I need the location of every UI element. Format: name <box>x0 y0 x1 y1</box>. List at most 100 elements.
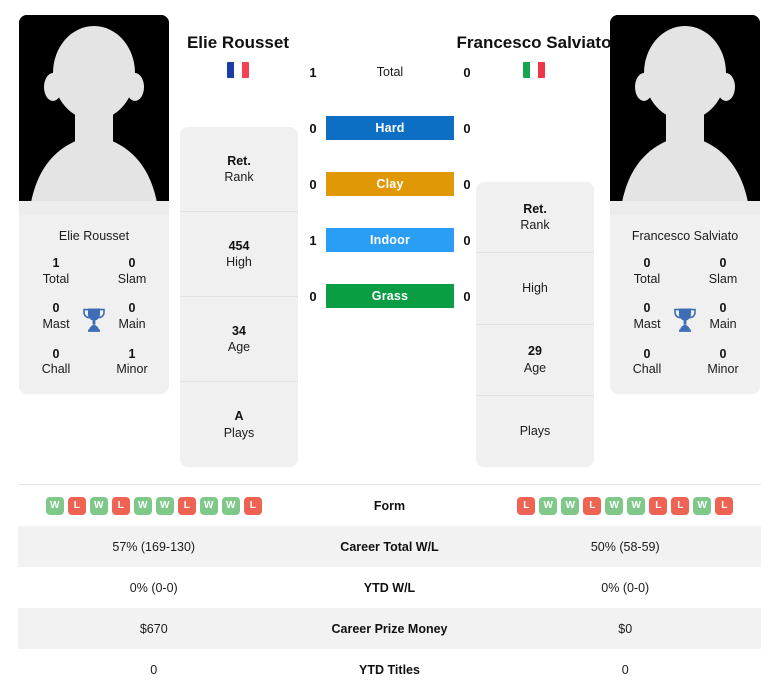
stat-value-right: 0 <box>621 662 629 677</box>
rank-value: A <box>234 409 244 424</box>
player-comparison-page: Elie Rousset 1 Total 0 Slam 0 Mast 0 Mai… <box>0 0 779 699</box>
trophy-grid-left: 1 Total 0 Slam 0 Mast 0 Main 0 Chall 1 M… <box>19 244 169 394</box>
trophy-label: Slam <box>117 271 147 286</box>
form-badge-w: W <box>605 496 624 515</box>
trophy-stat-slam: 0 Slam <box>700 256 746 287</box>
surface-score-left: 0 <box>309 288 317 304</box>
surface-label[interactable]: Clay <box>326 172 454 196</box>
table-row: 57% (169-130) Career Total W/L 50% (58-5… <box>18 526 761 567</box>
rank-cell-plays: Plays <box>476 396 594 467</box>
stat-label: Career Total W/L <box>340 539 439 554</box>
rank-cell-high: High <box>476 253 594 325</box>
trophy-label: Mast <box>42 316 70 331</box>
surface-score-right: 0 <box>463 64 471 80</box>
trophy-label: Total <box>633 271 661 286</box>
rank-value: 29 <box>528 344 542 359</box>
table-row: WLWLWWLWWL Form LWWLWWLLWL <box>18 485 761 526</box>
rank-label: Age <box>227 340 251 354</box>
surface-label[interactable]: Hard <box>326 116 454 140</box>
surface-score-left: 1 <box>309 232 317 248</box>
trophy-label: Total <box>42 271 70 286</box>
trophy-label: Main <box>709 316 737 331</box>
player-card-left[interactable]: Elie Rousset 1 Total 0 Slam 0 Mast 0 Mai… <box>19 15 169 394</box>
stat-label: YTD W/L <box>363 580 416 595</box>
table-row: 0 YTD Titles 0 <box>18 649 761 690</box>
player-card-right[interactable]: Francesco Salviato 0 Total 0 Slam 0 Mast… <box>610 15 760 394</box>
rank-value: 454 <box>228 238 250 253</box>
trophy-stat-minor: 1 Minor <box>109 347 155 378</box>
player-avatar-right <box>610 15 760 215</box>
trophy-value: 0 <box>128 256 136 270</box>
trophy-value: 1 <box>52 256 60 270</box>
trophy-stat-total: 1 Total <box>33 256 79 287</box>
stat-value-right: LWWLWWLLWL <box>490 496 762 515</box>
comparison-stats-table: WLWLWWLWWL Form LWWLWWLLWL 57% (169-130)… <box>18 484 761 690</box>
surface-score-left: 1 <box>309 64 317 80</box>
trophy-stat-total: 0 Total <box>624 256 670 287</box>
trophy-value: 1 <box>128 346 136 361</box>
form-badge-l: L <box>111 496 130 515</box>
player-avatar-left <box>19 15 169 215</box>
trophy-row: 1 Total 0 Slam <box>19 256 169 287</box>
form-badge-l: L <box>243 496 262 515</box>
surface-row-total: 1 Total 0 <box>300 60 480 84</box>
surface-score-right: 0 <box>463 288 471 304</box>
trophy-value: 0 <box>128 301 136 316</box>
stat-label: Form <box>373 498 406 513</box>
stat-value-left: 57% (169-130) <box>112 539 196 554</box>
stat-value-left: 0% (0-0) <box>129 580 178 595</box>
form-badge-w: W <box>627 496 646 515</box>
form-strip-left: WLWLWWLWWL <box>18 496 290 515</box>
surface-row-clay: 0 Clay 0 <box>300 172 480 196</box>
rank-label: Plays <box>519 424 551 439</box>
form-badge-l: L <box>517 496 536 515</box>
trophy-label: Chall <box>41 362 71 377</box>
rank-card-left: Ret. Rank 454 High 34 Age A Plays <box>180 127 298 467</box>
trophy-stat-main: 0 Main <box>700 301 746 332</box>
trophy-value: 0 <box>52 301 60 316</box>
table-row: 0% (0-0) YTD W/L 0% (0-0) <box>18 567 761 608</box>
rank-label: High <box>522 281 548 296</box>
trophy-grid-right: 0 Total 0 Slam 0 Mast 0 Main 0 Chall 0 M… <box>610 244 760 394</box>
surface-label[interactable]: Grass <box>326 284 454 308</box>
table-row: $670 Career Prize Money $0 <box>18 608 761 649</box>
rank-value: 34 <box>232 323 246 338</box>
trophy-stat-minor: 0 Minor <box>700 347 746 378</box>
rank-cell-plays: A Plays <box>180 382 298 467</box>
form-badge-l: L <box>67 496 86 515</box>
trophy-label: Minor <box>116 362 148 377</box>
page-title-right[interactable]: Francesco Salviato <box>446 33 622 54</box>
surface-breakdown: 1 Total 0 0 Hard 0 0 Clay 0 1 Indoor 0 0 <box>300 60 480 308</box>
surface-score-left: 0 <box>309 120 317 136</box>
form-badge-l: L <box>715 496 734 515</box>
stat-value-right: 0% (0-0) <box>601 580 650 595</box>
form-badge-l: L <box>583 496 602 515</box>
form-badge-w: W <box>133 496 152 515</box>
stat-value-left: $670 <box>139 621 168 636</box>
trophy-label: Mast <box>633 316 661 331</box>
trophy-label: Main <box>118 316 146 331</box>
surface-label: Total <box>376 65 404 79</box>
surface-score-right: 0 <box>463 232 471 248</box>
form-badge-w: W <box>89 496 108 515</box>
trophy-label: Chall <box>632 362 662 377</box>
surface-row-grass: 0 Grass 0 <box>300 284 480 308</box>
trophy-stat-chall: 0 Chall <box>33 347 79 378</box>
stat-label: YTD Titles <box>359 662 420 677</box>
trophy-label: Minor <box>707 362 739 377</box>
page-title-left[interactable]: Elie Rousset <box>150 33 326 54</box>
trophy-value: 0 <box>643 301 651 316</box>
form-badge-w: W <box>693 496 712 515</box>
trophy-stat-mast: 0 Mast <box>33 301 79 332</box>
form-badge-w: W <box>221 496 240 515</box>
stat-value-left: WLWLWWLWWL <box>18 496 290 515</box>
trophy-value: 0 <box>52 346 60 361</box>
rank-label: Rank <box>520 218 550 233</box>
surface-row-hard: 0 Hard 0 <box>300 116 480 140</box>
rank-cell-rank: Ret. Rank <box>180 127 298 212</box>
form-badge-l: L <box>671 496 690 515</box>
surface-label[interactable]: Indoor <box>326 228 454 252</box>
form-badge-w: W <box>199 496 218 515</box>
france-flag-icon <box>227 61 249 78</box>
rank-card-right: Ret. Rank High 29 Age Plays <box>476 182 594 467</box>
